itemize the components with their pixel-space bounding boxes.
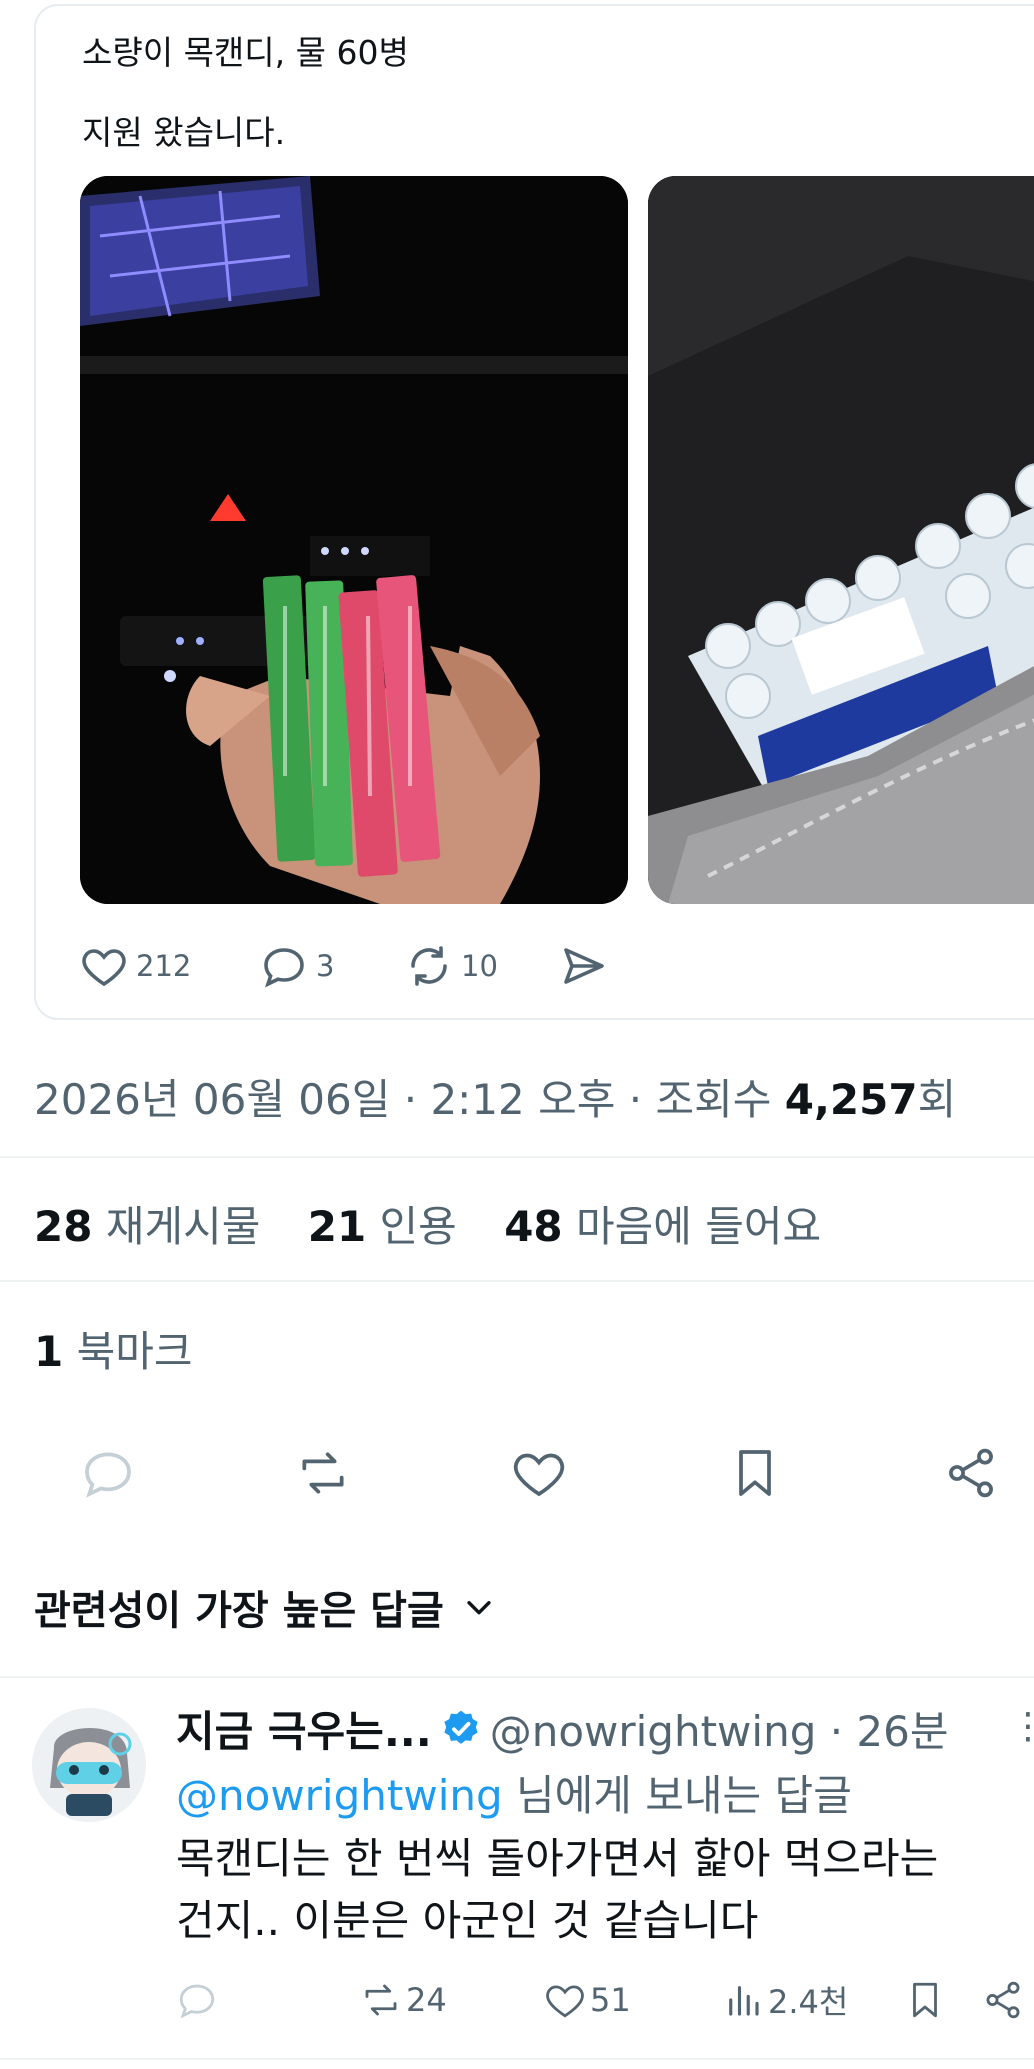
reply-to-mention[interactable]: @nowrightwing bbox=[176, 1771, 503, 1820]
divider bbox=[0, 1280, 1034, 1282]
like-icon bbox=[546, 1985, 584, 2018]
reply-sort-label: 관련성이 가장 높은 답글 bbox=[34, 1588, 444, 1634]
quotes-label: 인용 bbox=[379, 1202, 457, 1251]
bookmarks-stat[interactable]: 1 북마크 bbox=[34, 1318, 193, 1379]
verified-badge-icon bbox=[444, 1710, 478, 1744]
post-card[interactable]: 소량이 목캔디, 물 60병 지원 왔습니다. 212 3 10 bbox=[34, 4, 1034, 1020]
reply-icon bbox=[264, 948, 304, 988]
post-photo-candy[interactable] bbox=[80, 176, 628, 904]
divider bbox=[0, 1156, 1034, 1158]
water-photo-illustration bbox=[648, 176, 1034, 904]
reply-bookmark-button[interactable] bbox=[904, 1976, 946, 2024]
reposts-stat[interactable]: 28 재게시물 bbox=[34, 1202, 260, 1251]
reply-reply-button[interactable] bbox=[176, 1976, 218, 2024]
card-share-button[interactable] bbox=[560, 941, 608, 991]
reposts-label: 재게시물 bbox=[105, 1202, 261, 1251]
reply-like-count: 51 bbox=[590, 1981, 631, 2019]
bookmarks-label: 북마크 bbox=[76, 1327, 193, 1376]
timestamp-text: 2026년 06월 06일 · 2:12 오후 · 조회수 bbox=[34, 1075, 785, 1124]
like-icon bbox=[513, 1453, 565, 1497]
post-text-line-2: 지원 왔습니다. bbox=[82, 113, 286, 152]
views-icon bbox=[729, 1986, 759, 2016]
bookmark-icon bbox=[913, 1982, 937, 2018]
reposts-count: 28 bbox=[34, 1202, 93, 1251]
view-suffix: 회 bbox=[917, 1075, 957, 1124]
card-like-button[interactable]: 212 bbox=[80, 941, 191, 991]
repost-icon bbox=[365, 1984, 397, 2016]
repost-button[interactable] bbox=[290, 1440, 356, 1506]
share-icon bbox=[949, 1448, 993, 1498]
reply-sort-dropdown[interactable]: 관련성이 가장 높은 답글 bbox=[34, 1578, 496, 1636]
heart-icon bbox=[82, 949, 126, 987]
chevron-down-icon bbox=[467, 1601, 491, 1615]
reply-view-count: 2.4천 bbox=[768, 1983, 849, 2021]
more-icon[interactable]: ⋮ bbox=[1010, 1706, 1034, 1747]
likes-count: 48 bbox=[504, 1202, 563, 1251]
reply-text-line-1: 목캔디는 한 번씩 돌아가면서 핥아 먹으라는 bbox=[176, 1834, 939, 1883]
post-action-bar bbox=[0, 1440, 1034, 1506]
share-button[interactable] bbox=[938, 1440, 1004, 1506]
card-repost-button[interactable]: 10 bbox=[405, 941, 498, 991]
bookmark-button[interactable] bbox=[722, 1440, 788, 1506]
reply-to-suffix: 님에게 보내는 답글 bbox=[502, 1771, 852, 1820]
reply-text-line-2: 건지.. 이분은 아군인 것 같습니다 bbox=[176, 1896, 759, 1945]
reply-icon bbox=[179, 1984, 215, 2019]
reply-author-name[interactable]: 지금 극우는... bbox=[176, 1698, 432, 1759]
reply-views-button[interactable]: 2.4천 bbox=[722, 1976, 848, 2024]
card-like-count: 212 bbox=[136, 949, 192, 983]
reply-button[interactable] bbox=[75, 1440, 141, 1506]
send-icon bbox=[564, 948, 604, 984]
engagement-stats: 28 재게시물 21 인용 48 마음에 들어요 bbox=[34, 1193, 821, 1254]
reply-repost-button[interactable]: 24 bbox=[360, 1976, 447, 2024]
share-icon bbox=[986, 1981, 1020, 2019]
repost-icon bbox=[302, 1452, 344, 1494]
reply-actions: 24 51 2.4천 bbox=[0, 1976, 1034, 2024]
repost-icon bbox=[411, 946, 447, 986]
reply-like-button[interactable]: 51 bbox=[544, 1976, 631, 2024]
card-reply-count: 3 bbox=[316, 949, 335, 983]
quotes-stat[interactable]: 21 인용 bbox=[308, 1202, 457, 1251]
quotes-count: 21 bbox=[307, 1202, 367, 1251]
replying-to: @nowrightwing 님에게 보내는 답글 bbox=[176, 1762, 852, 1823]
reply-repost-count: 24 bbox=[406, 1981, 447, 2019]
bookmark-icon bbox=[739, 1450, 771, 1496]
reply-share-button[interactable] bbox=[982, 1976, 1024, 2024]
avatar-image bbox=[32, 1708, 146, 1822]
post-text-line-1: 소량이 목캔디, 물 60병 bbox=[82, 33, 409, 72]
reply-icon bbox=[85, 1452, 131, 1498]
reply-header: 지금 극우는... @nowrightwing · 26분 bbox=[176, 1698, 949, 1759]
reply-handle-time: @nowrightwing · 26분 bbox=[489, 1707, 949, 1756]
view-count: 4,257 bbox=[784, 1075, 918, 1124]
card-reply-button[interactable]: 3 bbox=[260, 941, 334, 991]
post-photo-water[interactable] bbox=[648, 176, 1034, 904]
post-timestamp: 2026년 06월 06일 · 2:12 오후 · 조회수 4,257회 bbox=[34, 1066, 956, 1127]
divider bbox=[0, 2058, 1034, 2060]
candy-photo-illustration bbox=[80, 176, 628, 904]
likes-label: 마음에 들어요 bbox=[576, 1202, 822, 1251]
reply-item[interactable]: 지금 극우는... @nowrightwing · 26분 ⋮ @nowrigh… bbox=[0, 1676, 1034, 2058]
reply-text: 목캔디는 한 번씩 돌아가면서 핥아 먹으라는 건지.. 이분은 아군인 것 같… bbox=[176, 1828, 1016, 1952]
like-button[interactable] bbox=[506, 1440, 572, 1506]
avatar[interactable] bbox=[32, 1708, 146, 1822]
bookmarks-count: 1 bbox=[34, 1327, 64, 1376]
card-repost-count: 10 bbox=[461, 949, 498, 983]
likes-stat[interactable]: 48 마음에 들어요 bbox=[504, 1202, 821, 1251]
